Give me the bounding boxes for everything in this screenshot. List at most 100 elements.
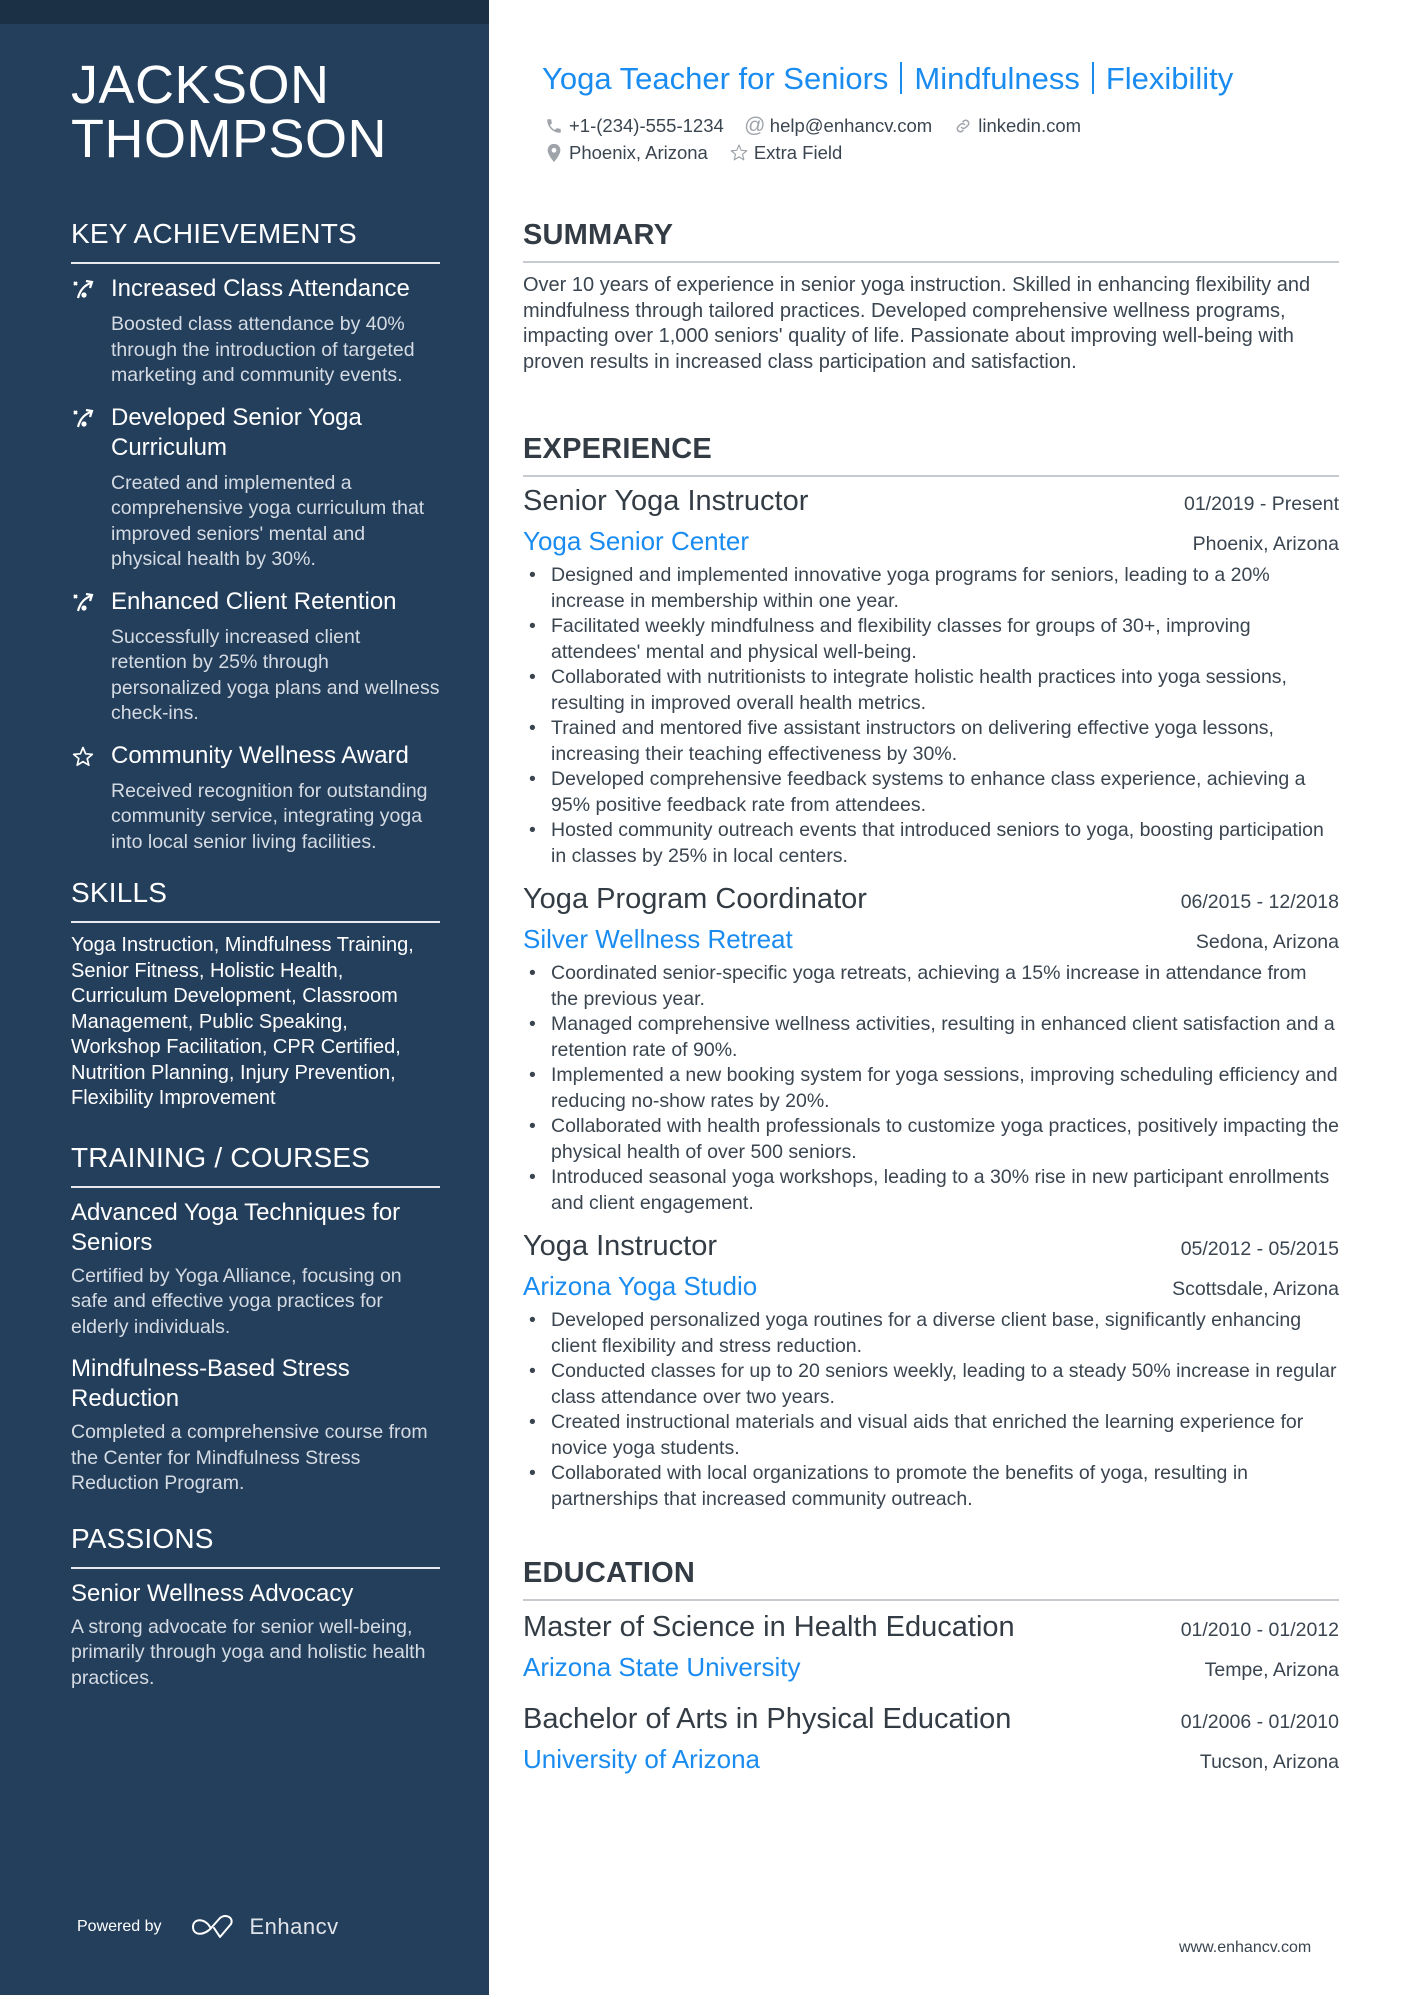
job-dates: 01/2019 - Present: [1183, 493, 1339, 515]
key-achievements-section: KEY ACHIEVEMENTS Increased Class Attenda…: [71, 218, 440, 855]
key-achievements-heading: KEY ACHIEVEMENTS: [71, 218, 357, 249]
summary-heading: SUMMARY: [523, 219, 674, 251]
job-company[interactable]: Arizona Yoga Studio: [523, 1268, 757, 1304]
sidebar-top-strip: [0, 0, 489, 24]
footer-website-link[interactable]: www.enhancv.com: [1179, 1939, 1311, 1957]
headline: Yoga Teacher for Seniors Mindfulness Flexi…: [542, 60, 1233, 98]
email-value: help@enhancv.com: [769, 114, 933, 136]
job-title: Senior Yoga Instructor: [523, 485, 809, 517]
job-bullet: Coordinated senior-specific yoga retreat…: [523, 961, 1339, 1012]
achievement-title: Developed Senior Yoga Curriculum: [111, 403, 362, 461]
course-title: Mindfulness-Based Stress Reduction: [71, 1355, 350, 1412]
section-divider: [71, 1185, 440, 1188]
skills-list: Yoga Instruction, Mindfulness Training, …: [71, 934, 414, 1109]
achievement-description: Successfully increased client retention …: [111, 625, 440, 725]
education-section: EDUCATION Master of Science in Health Ed…: [523, 1556, 1339, 1791]
star-icon: [71, 741, 111, 856]
achievement-item: Enhanced Client Retention Successfully i…: [71, 587, 440, 727]
education-entry: Master of Science in Health Education 01…: [523, 1607, 1339, 1685]
passions-heading: PASSIONS: [71, 1522, 214, 1554]
headline-separator: [1091, 62, 1094, 94]
experience-heading: EXPERIENCE: [523, 433, 712, 465]
job-bullet: Introduced seasonal yoga workshops, lead…: [523, 1165, 1339, 1216]
at-icon: @: [744, 113, 766, 137]
headline-separator: [900, 62, 903, 94]
sidebar-content: JACKSON THOMPSON KEY ACHIEVEMENTS Increa…: [71, 58, 440, 1705]
enhancv-logo[interactable]: Enhancv: [190, 1914, 339, 1940]
headline-part: Yoga Teacher for Seniors: [542, 61, 889, 96]
job-dates: 05/2012 - 05/2015: [1180, 1238, 1339, 1260]
job-location: Sedona, Arizona: [1195, 931, 1339, 953]
course-item: Advanced Yoga Techniques for Seniors Cer…: [71, 1198, 440, 1341]
job-bullet: Hosted community outreach events that in…: [523, 818, 1339, 869]
job-bullet: Implemented a new booking system for yog…: [523, 1063, 1339, 1114]
section-divider: [71, 262, 440, 264]
summary-section: SUMMARY Over 10 years of experience in s…: [523, 218, 1339, 375]
education-heading: EDUCATION: [523, 1557, 696, 1589]
passion-title: Senior Wellness Advocacy: [71, 1579, 354, 1607]
job-bullet: Collaborated with local organizations to…: [523, 1461, 1339, 1512]
achievement-item: Increased Class Attendance Boosted class…: [71, 274, 440, 389]
achievement-item: Community Wellness Award Received recogn…: [71, 741, 440, 856]
job-dates: 06/2015 - 12/2018: [1180, 891, 1339, 913]
job-bullet: Collaborated with health professionals t…: [523, 1114, 1339, 1165]
school[interactable]: Arizona State University: [523, 1649, 800, 1685]
achievement-description: Created and implemented a comprehensive …: [111, 471, 425, 571]
job-title: Yoga Program Coordinator: [523, 883, 867, 915]
job-location: Phoenix, Arizona: [1192, 533, 1339, 555]
course-title: Advanced Yoga Techniques for Seniors: [71, 1198, 401, 1256]
enhancv-logo-icon: [191, 1914, 233, 1938]
job-bullet: Trained and mentored five assistant inst…: [523, 716, 1339, 767]
enhancv-brand: Enhancv: [249, 1914, 339, 1939]
section-divider: [523, 1599, 1339, 1601]
contact-email[interactable]: @ help@enhancv.com: [744, 113, 933, 137]
section-divider: [523, 261, 1339, 263]
name-first: JACKSON: [71, 55, 330, 115]
growth-arrow-icon: [71, 403, 111, 573]
school[interactable]: University of Arizona: [523, 1741, 760, 1777]
education-location: Tucson, Arizona: [1199, 1751, 1339, 1773]
course-item: Mindfulness-Based Stress Reduction Compl…: [71, 1354, 440, 1497]
job-title: Yoga Instructor: [523, 1230, 717, 1262]
achievement-item: Developed Senior Yoga Curriculum Created…: [71, 403, 440, 573]
achievement-title: Community Wellness Award: [111, 741, 409, 769]
job-bullet: Developed personalized yoga routines for…: [523, 1308, 1339, 1359]
job-location: Scottsdale, Arizona: [1172, 1278, 1339, 1300]
experience-section: EXPERIENCE Senior Yoga Instructor 01/201…: [523, 432, 1339, 1522]
headline-part: Mindfulness: [914, 61, 1080, 96]
achievement-title: Increased Class Attendance: [111, 275, 410, 302]
contact-phone[interactable]: +1-(234)-555-1234: [543, 115, 724, 137]
passion-description: A strong advocate for senior well-being,…: [71, 1615, 426, 1689]
job-bullet: Facilitated weekly mindfulness and flexi…: [523, 614, 1339, 665]
powered-by-label: Powered by: [77, 1918, 162, 1935]
job-bullet: Created instructional materials and visu…: [523, 1410, 1339, 1461]
candidate-name: JACKSON THOMPSON: [71, 58, 440, 166]
name-last: THOMPSON: [71, 109, 388, 169]
section-divider: [71, 921, 440, 923]
contact-extra: Extra Field: [728, 142, 842, 164]
powered-by: Powered by Enhancv: [77, 1914, 339, 1940]
extra-value: Extra Field: [753, 141, 843, 163]
contact-location: Phoenix, Arizona: [543, 142, 708, 164]
website-value: linkedin.com: [978, 114, 1082, 136]
course-description: Certified by Yoga Alliance, focusing on …: [71, 1264, 402, 1338]
course-description: Completed a comprehensive course from th…: [71, 1421, 428, 1494]
job-company[interactable]: Silver Wellness Retreat: [523, 921, 793, 957]
achievement-description: Boosted class attendance by 40% through …: [111, 313, 415, 386]
job-bullets: Designed and implemented innovative yoga…: [523, 563, 1339, 869]
phone-icon: [543, 115, 565, 137]
star-icon: [728, 142, 750, 164]
job-company[interactable]: Yoga Senior Center: [523, 523, 749, 559]
education-dates: 01/2006 - 01/2010: [1180, 1711, 1339, 1733]
contact-info: +1-(234)-555-1234 @ help@enhancv.com lin…: [543, 112, 1343, 166]
job-bullets: Coordinated senior-specific yoga retreat…: [523, 961, 1339, 1216]
skills-heading: SKILLS: [71, 877, 168, 908]
education-dates: 01/2010 - 01/2012: [1180, 1619, 1339, 1641]
contact-website[interactable]: linkedin.com: [952, 115, 1081, 137]
job-bullet: Developed comprehensive feedback systems…: [523, 767, 1339, 818]
section-divider: [71, 1566, 440, 1569]
degree: Bachelor of Arts in Physical Education: [523, 1703, 1012, 1735]
training-heading: TRAINING / COURSES: [71, 1141, 371, 1173]
job-bullet: Designed and implemented innovative yoga…: [523, 563, 1339, 614]
job-entry: Yoga Instructor 05/2012 - 05/2015 Arizon…: [523, 1226, 1339, 1512]
